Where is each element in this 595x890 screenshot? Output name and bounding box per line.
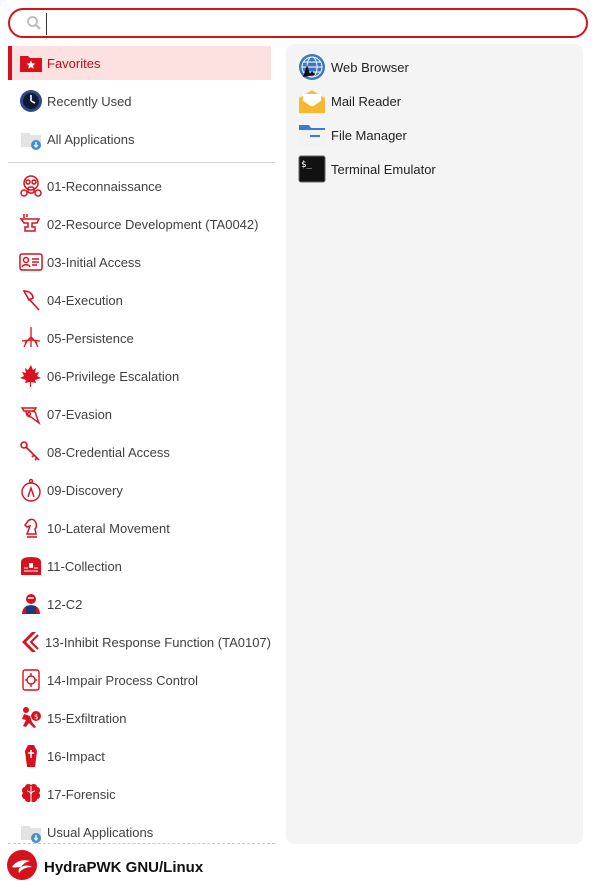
search-input[interactable] bbox=[46, 13, 573, 35]
category-impact[interactable]: 16-Impact bbox=[8, 739, 271, 773]
favorites-folder-icon bbox=[18, 50, 44, 76]
hacker-icon bbox=[18, 591, 44, 617]
search-icon bbox=[26, 15, 42, 31]
category-privilege-escalation[interactable]: 06-Privilege Escalation bbox=[8, 359, 271, 393]
process-control-icon bbox=[18, 667, 44, 693]
compass-icon bbox=[18, 477, 44, 503]
category-label: 03-Initial Access bbox=[47, 254, 141, 270]
category-forensic[interactable]: 17-Forensic bbox=[8, 777, 271, 811]
distro-name: HydraPWK GNU/Linux bbox=[44, 858, 204, 876]
thief-icon: $ bbox=[18, 705, 44, 731]
category-evasion[interactable]: 07-Evasion bbox=[8, 397, 271, 431]
web-browser-icon bbox=[298, 53, 326, 81]
category-label: 08-Credential Access bbox=[47, 444, 170, 460]
category-persistence[interactable]: 05-Persistence bbox=[8, 321, 271, 355]
clock-icon bbox=[18, 88, 44, 114]
anvil-icon bbox=[18, 211, 44, 237]
app-file-manager[interactable]: File Manager bbox=[298, 120, 568, 150]
category-label: 05-Persistence bbox=[47, 330, 134, 346]
category-recently-used[interactable]: Recently Used bbox=[8, 84, 271, 118]
key-icon bbox=[18, 439, 44, 465]
axe-icon bbox=[18, 287, 44, 313]
category-c2[interactable]: 12-C2 bbox=[8, 587, 271, 621]
category-label: 14-Impair Process Control bbox=[47, 672, 198, 688]
category-label: 13-Inhibit Response Function (TA0107) bbox=[45, 634, 271, 650]
category-list: Favorites Recently Used All Applications… bbox=[8, 44, 276, 848]
category-label: Recently Used bbox=[47, 93, 132, 109]
category-label: 16-Impact bbox=[47, 748, 105, 764]
category-label: 09-Discovery bbox=[47, 482, 123, 498]
app-label: File Manager bbox=[331, 127, 407, 143]
divider bbox=[8, 162, 275, 163]
usual-applications-icon bbox=[18, 819, 44, 845]
category-exfiltration[interactable]: $ 15-Exfiltration bbox=[8, 701, 271, 735]
category-reconnaissance[interactable]: 01-Reconnaissance bbox=[8, 169, 271, 203]
category-label: Usual Applications bbox=[47, 824, 154, 840]
coffin-icon bbox=[18, 743, 44, 769]
footer: HydraPWK GNU/Linux bbox=[6, 849, 204, 886]
category-label: 01-Reconnaissance bbox=[47, 178, 162, 194]
divider bbox=[8, 843, 275, 844]
category-collection[interactable]: 11-Collection bbox=[8, 549, 271, 583]
category-label: 06-Privilege Escalation bbox=[47, 368, 180, 384]
app-web-browser[interactable]: Web Browser bbox=[298, 52, 568, 82]
treasure-chest-icon bbox=[18, 553, 44, 579]
app-label: Mail Reader bbox=[331, 93, 402, 109]
mail-reader-icon bbox=[298, 87, 326, 115]
chess-knight-icon bbox=[18, 515, 44, 541]
category-lateral-movement[interactable]: 10-Lateral Movement bbox=[8, 511, 271, 545]
category-credential-access[interactable]: 08-Credential Access bbox=[8, 435, 271, 469]
category-label: 10-Lateral Movement bbox=[47, 520, 170, 536]
category-label: 04-Execution bbox=[47, 292, 123, 308]
category-execution[interactable]: 04-Execution bbox=[8, 283, 271, 317]
plague-doctor-icon bbox=[18, 401, 44, 427]
category-resource-development[interactable]: 02-Resource Development (TA0042) bbox=[8, 207, 271, 241]
category-favorites[interactable]: Favorites bbox=[8, 46, 271, 80]
category-label: All Applications bbox=[47, 131, 135, 147]
svg-text:$_: $_ bbox=[301, 160, 312, 170]
brain-icon bbox=[18, 781, 44, 807]
category-initial-access[interactable]: 03-Initial Access bbox=[8, 245, 271, 279]
category-label: Favorites bbox=[47, 55, 101, 71]
category-label: 12-C2 bbox=[47, 596, 83, 612]
app-label: Terminal Emulator bbox=[331, 161, 436, 177]
app-mail-reader[interactable]: Mail Reader bbox=[298, 86, 568, 116]
category-impair-process-control[interactable]: 14-Impair Process Control bbox=[8, 663, 271, 697]
category-label: 17-Forensic bbox=[47, 786, 116, 802]
category-all-applications[interactable]: All Applications bbox=[8, 122, 271, 156]
file-manager-icon bbox=[298, 121, 326, 149]
search-bar[interactable] bbox=[8, 8, 588, 38]
category-label: 02-Resource Development (TA0042) bbox=[47, 216, 259, 232]
applications-panel: Web Browser Mail Reader File Manager $_ … bbox=[286, 44, 583, 844]
svg-text:$: $ bbox=[34, 713, 38, 721]
category-label: 11-Collection bbox=[47, 558, 122, 574]
roots-icon bbox=[18, 325, 44, 351]
all-applications-icon bbox=[18, 126, 44, 152]
hydrapwk-logo-icon bbox=[6, 849, 38, 886]
gas-mask-icon bbox=[18, 173, 44, 199]
terminal-icon: $_ bbox=[298, 155, 326, 183]
id-card-icon bbox=[18, 249, 44, 275]
inhibit-icon bbox=[18, 629, 42, 655]
category-label: 07-Evasion bbox=[47, 406, 113, 422]
app-terminal-emulator[interactable]: $_ Terminal Emulator bbox=[298, 154, 568, 184]
app-label: Web Browser bbox=[331, 59, 409, 75]
category-label: 15-Exfiltration bbox=[47, 710, 127, 726]
maple-leaf-icon bbox=[18, 363, 44, 389]
category-inhibit-response-function[interactable]: 13-Inhibit Response Function (TA0107) bbox=[8, 625, 271, 659]
category-discovery[interactable]: 09-Discovery bbox=[8, 473, 271, 507]
